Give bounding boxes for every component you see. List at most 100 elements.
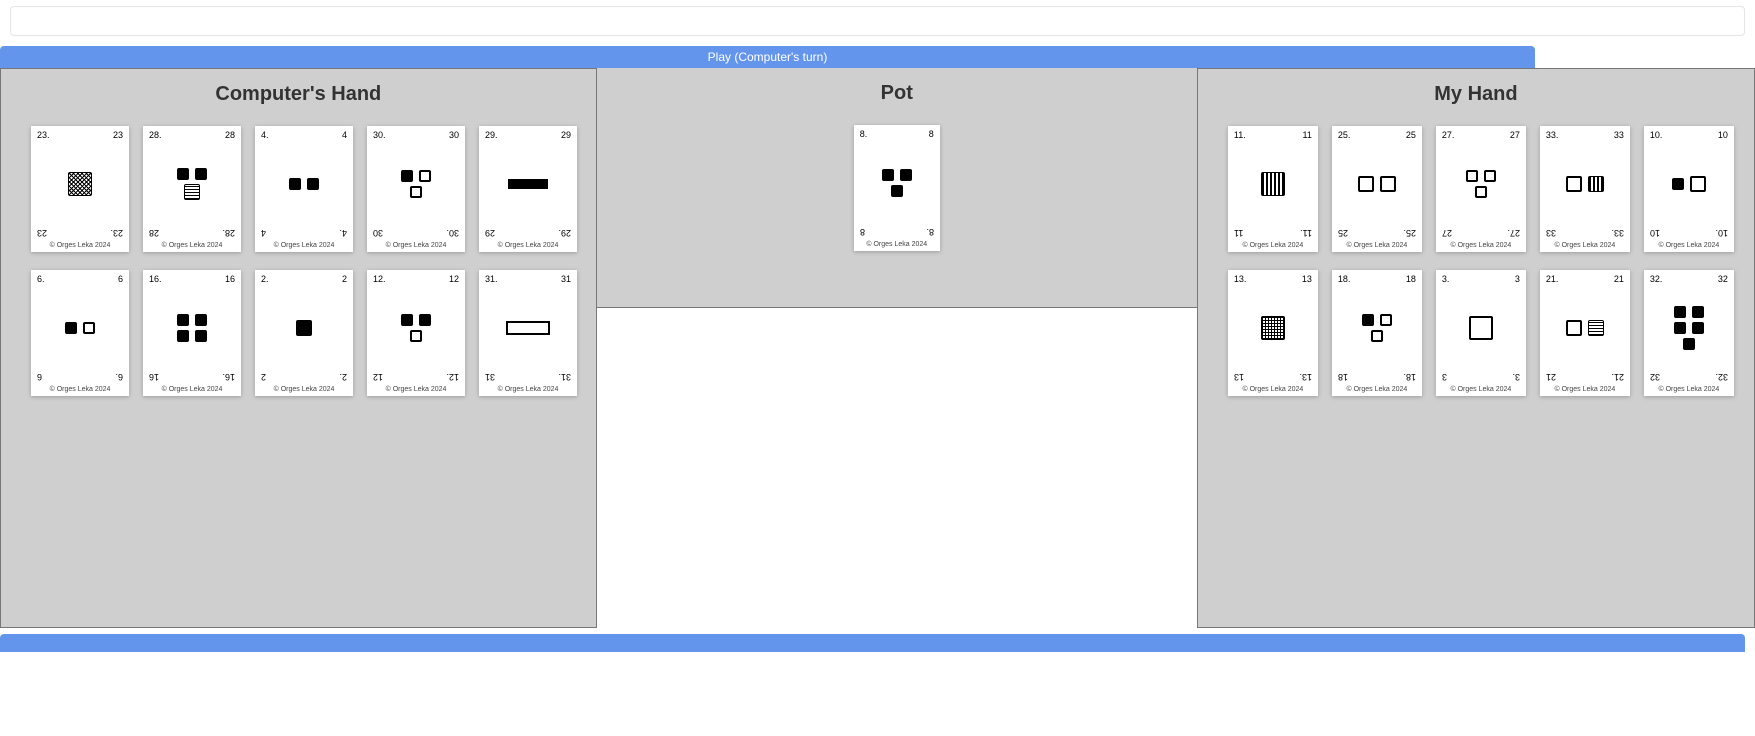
card-body	[31, 288, 129, 368]
card-body	[143, 288, 241, 368]
card-header: 29.29	[479, 126, 577, 144]
card-header: 2.2	[255, 270, 353, 288]
card-copyright: © Orges Leka 2024	[143, 386, 241, 396]
card-header: 32.32	[1644, 270, 1734, 288]
card-8: 8.88.8© Orges Leka 2024	[854, 125, 940, 251]
filled-shape	[1674, 322, 1686, 334]
filled-shape	[177, 330, 189, 342]
filled-shape	[177, 314, 189, 326]
card-header: 4.4	[255, 126, 353, 144]
card-footer: 27.27	[1436, 224, 1526, 242]
card-23: 23.2323.23© Orges Leka 2024	[31, 126, 129, 252]
empty-shape	[1475, 186, 1487, 198]
pot-title: Pot	[597, 82, 1197, 105]
card-21[interactable]: 21.2121.21© Orges Leka 2024	[1540, 270, 1630, 396]
filled-shape	[891, 185, 903, 197]
empty-shape	[1484, 170, 1496, 182]
card-body	[367, 144, 465, 224]
card-body	[1228, 288, 1318, 368]
card-header: 33.33	[1540, 126, 1630, 144]
card-6: 6.66.6© Orges Leka 2024	[31, 270, 129, 396]
bottom-bar[interactable]	[0, 634, 1745, 652]
card-footer: 28.28	[143, 224, 241, 242]
card-header: 21.21	[1540, 270, 1630, 288]
card-3[interactable]: 3.33.3© Orges Leka 2024	[1436, 270, 1526, 396]
filled-shape	[419, 314, 431, 326]
card-header: 28.28	[143, 126, 241, 144]
card-copyright: © Orges Leka 2024	[1332, 386, 1422, 396]
filled-shape	[195, 314, 207, 326]
card-body	[1644, 288, 1734, 368]
card-body	[31, 144, 129, 224]
card-body	[1540, 288, 1630, 368]
card-copyright: © Orges Leka 2024	[1228, 386, 1318, 396]
card-25[interactable]: 25.2525.25© Orges Leka 2024	[1332, 126, 1422, 252]
card-footer: 25.25	[1332, 224, 1422, 242]
card-copyright: © Orges Leka 2024	[367, 386, 465, 396]
card-body	[479, 144, 577, 224]
card-header: 16.16	[143, 270, 241, 288]
empty-shape	[506, 321, 550, 335]
empty-shape	[1690, 176, 1706, 192]
card-27[interactable]: 27.2727.27© Orges Leka 2024	[1436, 126, 1526, 252]
card-copyright: © Orges Leka 2024	[1332, 242, 1422, 252]
card-33[interactable]: 33.3333.33© Orges Leka 2024	[1540, 126, 1630, 252]
my-hand-title: My Hand	[1198, 83, 1754, 106]
card-32[interactable]: 32.3232.32© Orges Leka 2024	[1644, 270, 1734, 396]
my-hand-column: My Hand 11.1111.11© Orges Leka 202425.25…	[1197, 68, 1755, 628]
card-footer: 2.2	[255, 368, 353, 386]
card-footer: 8.8	[854, 223, 940, 241]
card-footer: 11.11	[1228, 224, 1318, 242]
card-copyright: © Orges Leka 2024	[143, 242, 241, 252]
my-cards-grid: 11.1111.11© Orges Leka 202425.2525.25© O…	[1198, 116, 1754, 416]
top-input-area	[10, 6, 1745, 36]
card-body	[1228, 144, 1318, 224]
card-footer: 30.30	[367, 224, 465, 242]
card-copyright: © Orges Leka 2024	[1540, 242, 1630, 252]
filled-shape	[401, 314, 413, 326]
card-29: 29.2929.29© Orges Leka 2024	[479, 126, 577, 252]
card-body	[367, 288, 465, 368]
empty-shape	[1380, 314, 1392, 326]
card-header: 11.11	[1228, 126, 1318, 144]
computer-cards-grid: 23.2323.23© Orges Leka 202428.2828.28© O…	[1, 116, 596, 416]
card-footer: 3.3	[1436, 368, 1526, 386]
filled-shape	[307, 178, 319, 190]
card-copyright: © Orges Leka 2024	[1540, 386, 1630, 396]
pot-area: Pot 8.88.8© Orges Leka 2024	[597, 68, 1197, 308]
card-footer: 29.29	[479, 224, 577, 242]
empty-shape	[1380, 176, 1396, 192]
grid-shape	[1261, 316, 1285, 340]
filled-shape	[296, 320, 312, 336]
card-header: 12.12	[367, 270, 465, 288]
card-body	[255, 144, 353, 224]
play-button[interactable]: Play (Computer's turn)	[0, 46, 1535, 68]
card-10[interactable]: 10.1010.10© Orges Leka 2024	[1644, 126, 1734, 252]
card-header: 3.3	[1436, 270, 1526, 288]
filled-shape	[1362, 314, 1374, 326]
computer-hand-title: Computer's Hand	[1, 83, 596, 106]
filled-shape	[508, 179, 548, 189]
card-header: 6.6	[31, 270, 129, 288]
card-footer: 32.32	[1644, 368, 1734, 386]
empty-shape	[1566, 320, 1582, 336]
card-31: 31.3131.31© Orges Leka 2024	[479, 270, 577, 396]
card-footer: 31.31	[479, 368, 577, 386]
filled-shape	[1692, 322, 1704, 334]
card-header: 25.25	[1332, 126, 1422, 144]
pot-cards-grid: 8.88.8© Orges Leka 2024	[597, 115, 1197, 271]
card-18[interactable]: 18.1818.18© Orges Leka 2024	[1332, 270, 1422, 396]
computer-hand-column: Computer's Hand 23.2323.23© Orges Leka 2…	[0, 68, 597, 628]
card-footer: 13.13	[1228, 368, 1318, 386]
card-12: 12.1212.12© Orges Leka 2024	[367, 270, 465, 396]
filled-shape	[1683, 338, 1695, 350]
empty-shape	[1469, 316, 1493, 340]
filled-shape	[1672, 178, 1684, 190]
filled-shape	[195, 168, 207, 180]
empty-shape	[419, 170, 431, 182]
hstripe-shape	[1588, 320, 1604, 336]
card-13[interactable]: 13.1313.13© Orges Leka 2024	[1228, 270, 1318, 396]
card-copyright: © Orges Leka 2024	[854, 241, 940, 251]
card-11[interactable]: 11.1111.11© Orges Leka 2024	[1228, 126, 1318, 252]
vstripe-shape	[1261, 172, 1285, 196]
